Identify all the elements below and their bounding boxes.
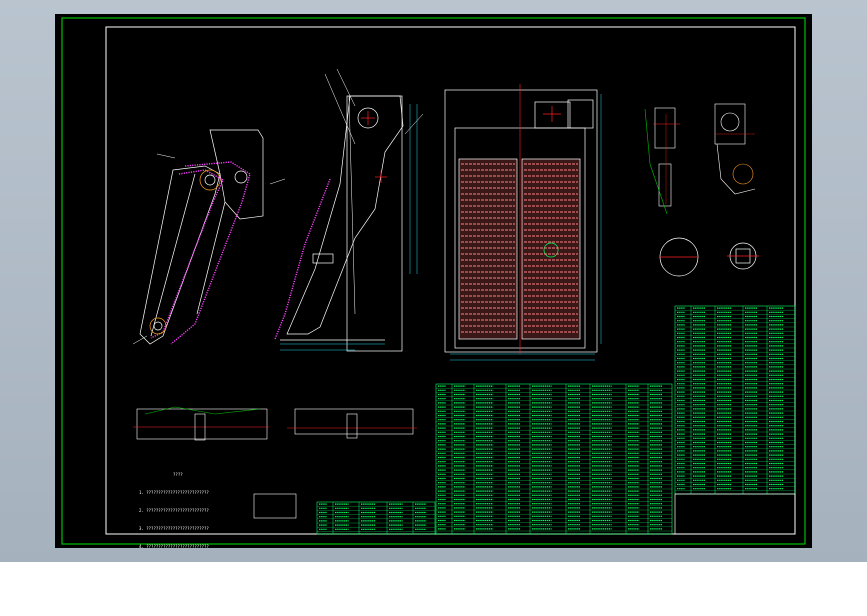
tech-req-line: 6. ??????????????? (139, 580, 183, 585)
title-block (674, 493, 796, 535)
tech-req-line: 2. ?????????????????????????? (139, 508, 209, 513)
tech-req-line: 3. ?????????????????????????? (139, 526, 209, 531)
tech-req-line: 1. ?????????????????????????? (139, 490, 209, 495)
drive-detail-left (644, 107, 680, 215)
tech-req-line: 4. ?????????????????????????? (139, 544, 209, 549)
section-view-a (133, 406, 269, 441)
inner-frame (105, 26, 796, 535)
tech-req-line: 5. ?????????????????????????? (139, 562, 209, 567)
tech-req-title: ???? (173, 472, 183, 477)
drive-detail-right (714, 103, 756, 195)
tech-requirements: ???? 1. ?????????????????????????? 2. ??… (139, 460, 209, 616)
small-table (253, 493, 297, 519)
tech-req-line: 7. ?????HG/T 1604-2005???? (139, 598, 202, 603)
front-view (444, 84, 602, 361)
section-circles (659, 237, 759, 277)
side-view-left (132, 129, 286, 345)
side-view-right (274, 68, 424, 352)
drawing-sheet: ???? 1. ?????????????????????????? 2. ??… (55, 14, 812, 603)
section-view-b (287, 408, 417, 439)
parts-list-tables (316, 305, 796, 535)
cad-viewport: ???? 1. ?????????????????????????? 2. ??… (0, 0, 867, 603)
